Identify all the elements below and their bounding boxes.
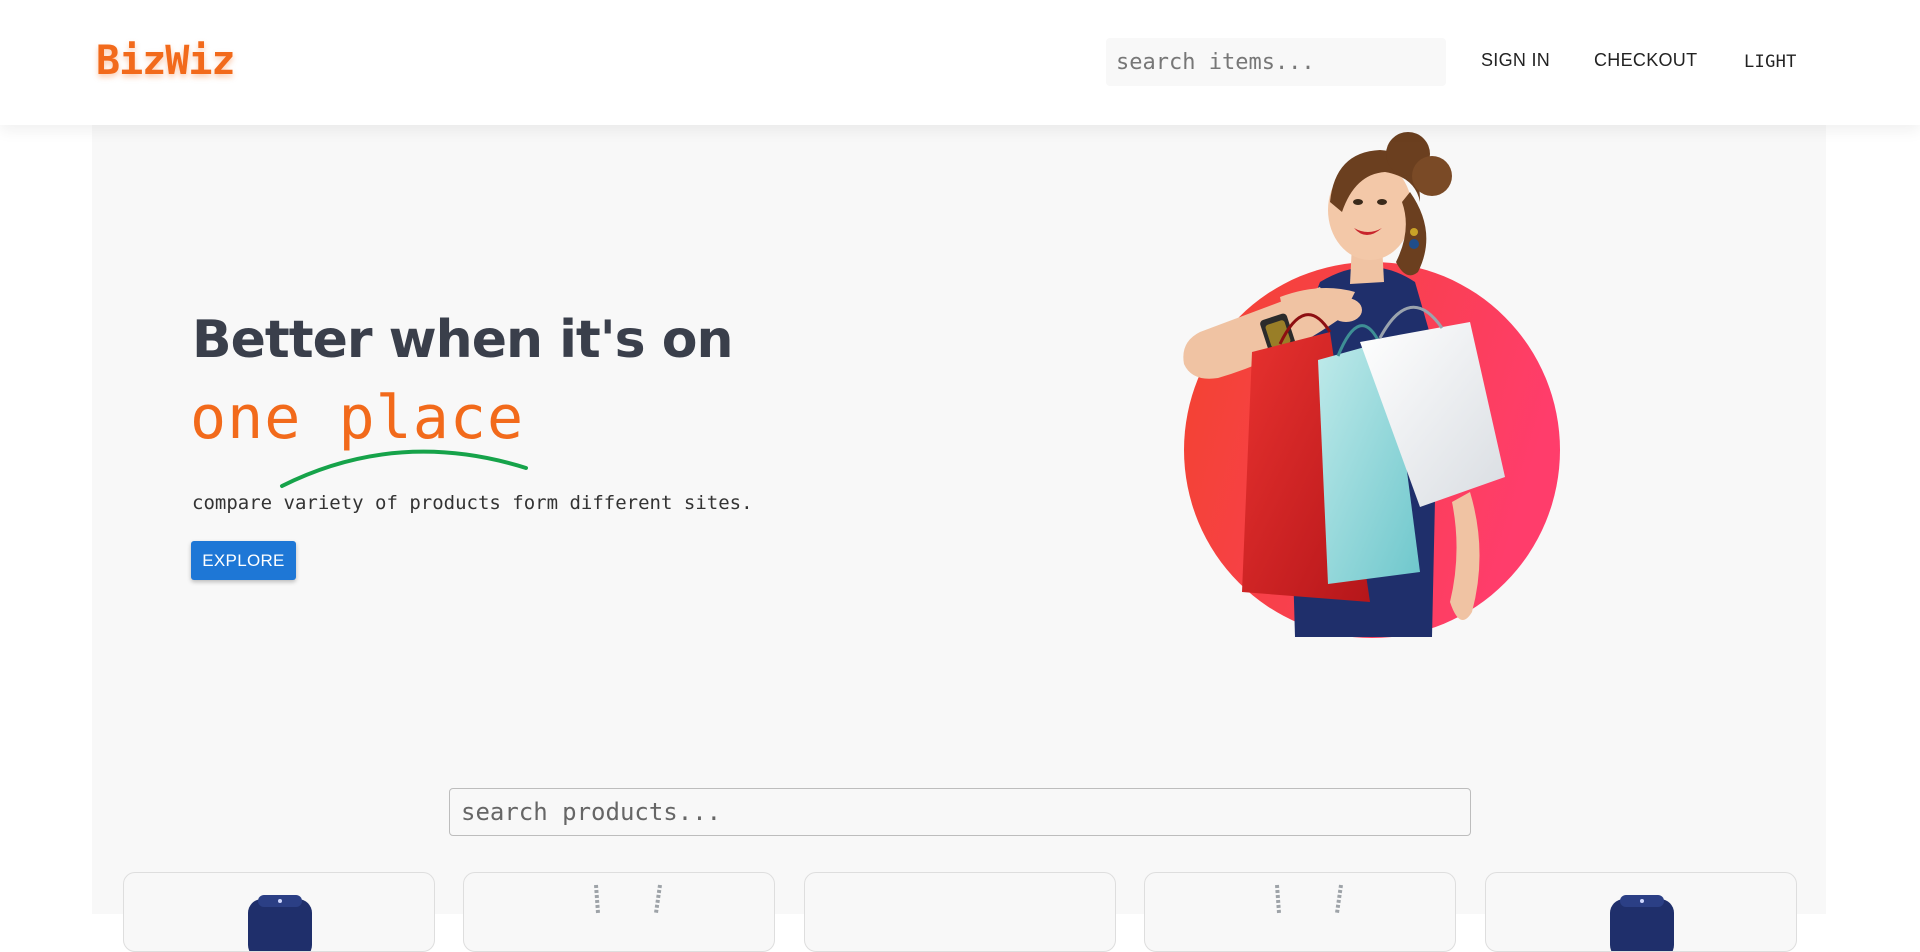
blue-bottle-icon	[1610, 895, 1674, 951]
silver-necklace-icon	[1275, 884, 1343, 914]
product-search-input[interactable]	[449, 788, 1471, 836]
product-card[interactable]	[123, 872, 435, 952]
blue-bottle-icon	[248, 895, 312, 951]
hero-subtext: compare variety of products form differe…	[192, 492, 753, 514]
woman-with-shopping-bags-illustration	[1183, 132, 1560, 638]
hero-headline: Better when it's on	[192, 310, 733, 370]
explore-button[interactable]: EXPLORE	[191, 541, 296, 580]
silver-necklace-icon	[594, 884, 662, 914]
theme-toggle-button[interactable]: LIGHT	[1744, 52, 1797, 72]
decorative-underline-curve	[280, 449, 528, 488]
product-card[interactable]	[1485, 872, 1797, 952]
product-card[interactable]	[804, 872, 1116, 952]
checkout-link[interactable]: CHECKOUT	[1594, 50, 1697, 71]
product-card[interactable]	[463, 872, 775, 952]
header-search-input[interactable]	[1106, 38, 1446, 86]
sign-in-link[interactable]: SIGN IN	[1481, 50, 1550, 71]
blank-thumbnail	[805, 873, 1116, 952]
brand-logo[interactable]: BizWiz	[96, 38, 235, 84]
top-header: BizWiz SIGN IN CHECKOUT LIGHT	[0, 0, 1920, 125]
product-card[interactable]	[1144, 872, 1456, 952]
